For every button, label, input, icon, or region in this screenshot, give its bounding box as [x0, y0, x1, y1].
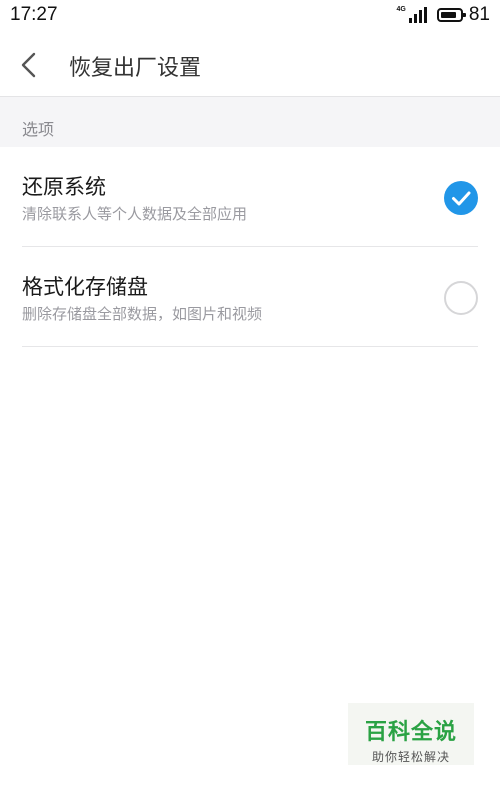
back-button[interactable]	[12, 47, 48, 83]
battery-percent: 81	[468, 4, 490, 25]
option-title: 格式化存储盘	[22, 275, 148, 299]
watermark-logo: 百科全说 助你轻松解决	[348, 703, 474, 765]
watermark-title: 百科全说	[364, 720, 457, 745]
option-description: 删除存储盘全部数据，如图片和视频	[22, 305, 263, 323]
divider	[22, 346, 478, 347]
option-title: 还原系统	[22, 175, 106, 199]
status-bar: 17:27 4G 81	[0, 0, 500, 30]
radio-button[interactable]	[444, 281, 478, 315]
option-format-storage[interactable]: 格式化存储盘 删除存储盘全部数据，如图片和视频	[0, 247, 500, 347]
page-title: 恢复出厂设置	[69, 56, 202, 81]
app-header: 恢复出厂设置	[0, 30, 500, 97]
option-restore-system[interactable]: 还原系统 清除联系人等个人数据及全部应用	[0, 147, 500, 247]
section-label: 选项	[22, 120, 55, 139]
network-type: 4G	[396, 6, 406, 13]
signal-icon	[407, 7, 427, 23]
option-description: 清除联系人等个人数据及全部应用	[22, 205, 248, 223]
status-time: 17:27	[10, 4, 58, 25]
battery-level	[440, 12, 456, 18]
options-list: 还原系统 清除联系人等个人数据及全部应用 格式化存储盘 删除存储盘全部数据，如图…	[0, 147, 500, 790]
chevron-left-icon	[21, 52, 36, 78]
checkmark-icon	[452, 191, 471, 206]
status-indicators: 4G 81	[396, 4, 490, 25]
battery-icon	[436, 8, 466, 22]
watermark-subtitle: 助你轻松解决	[371, 750, 450, 764]
radio-button[interactable]	[444, 181, 478, 215]
